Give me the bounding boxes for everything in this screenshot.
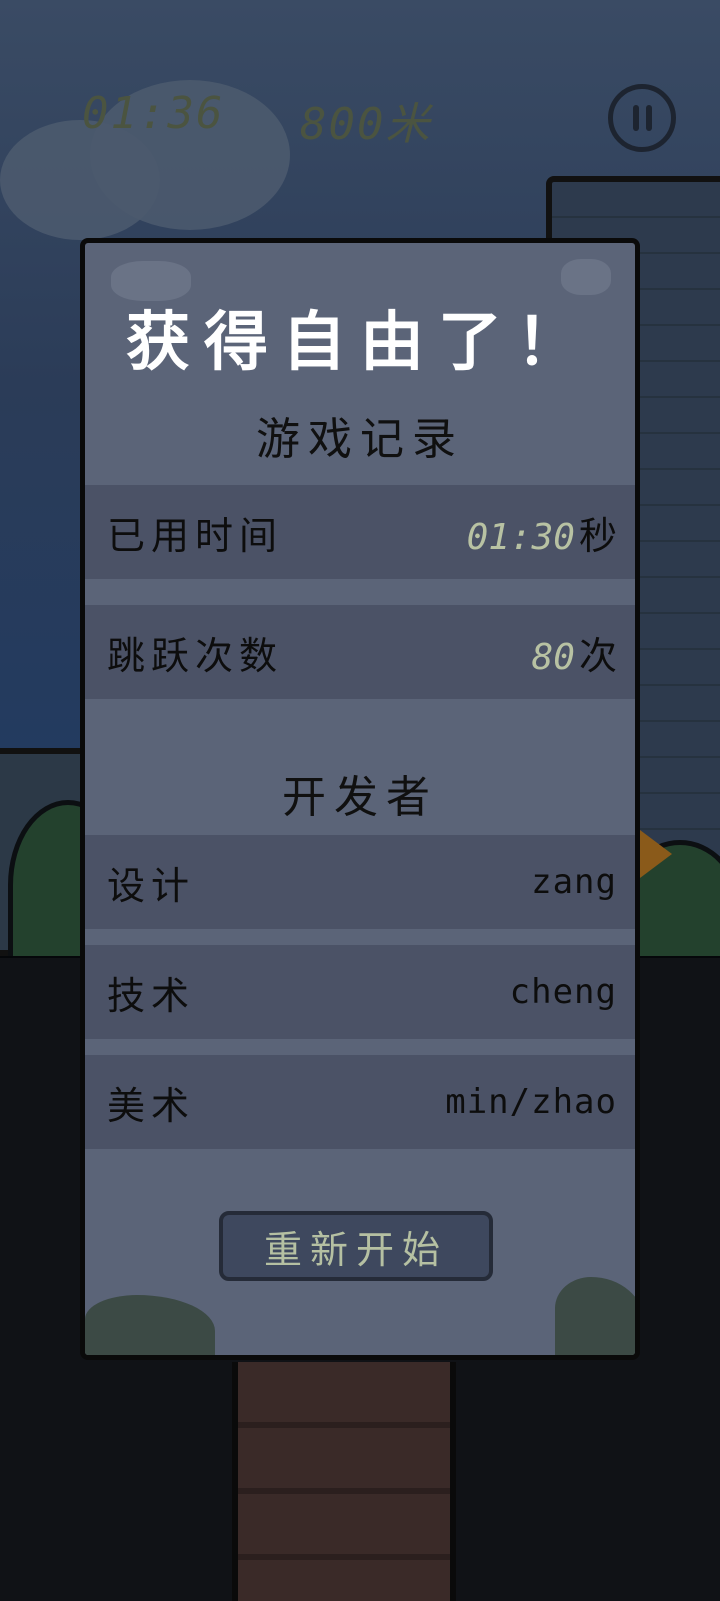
tower-trunk bbox=[232, 1362, 456, 1601]
restart-button[interactable]: 重新开始 bbox=[219, 1211, 493, 1281]
developer-row-tech: 技术 cheng bbox=[85, 945, 635, 1039]
developer-name: min/zhao bbox=[445, 1082, 617, 1122]
hud-distance: 800米 bbox=[300, 99, 432, 150]
hud-timer: 01:36 bbox=[82, 88, 225, 139]
developer-role: 美术 bbox=[107, 1083, 196, 1128]
time-row: 已用时间 01:30 秒 bbox=[85, 485, 635, 579]
panel-rock-decoration bbox=[561, 259, 611, 295]
developer-row-design: 设计 zang bbox=[85, 835, 635, 929]
developer-name: zang bbox=[531, 862, 617, 902]
time-value: 01:30 bbox=[466, 516, 575, 558]
developer-role: 技术 bbox=[107, 973, 196, 1018]
developer-name: cheng bbox=[509, 972, 617, 1012]
jumps-value: 80 bbox=[531, 636, 575, 678]
plant-decoration bbox=[85, 1295, 215, 1355]
time-label: 已用时间 bbox=[107, 513, 284, 558]
pause-button[interactable] bbox=[608, 84, 676, 152]
result-title: 获得自由了！ bbox=[126, 306, 594, 380]
jumps-value-group: 80 次 bbox=[532, 625, 617, 680]
pause-icon bbox=[632, 105, 639, 131]
jumps-row: 跳跃次数 80 次 bbox=[85, 605, 635, 699]
plant-decoration bbox=[555, 1277, 635, 1355]
developer-role: 设计 bbox=[107, 863, 196, 908]
pause-icon-bar bbox=[645, 105, 652, 131]
result-panel: 获得自由了！ 游戏记录 已用时间 01:30 秒 跳跃次数 80 次 开发者 设计 … bbox=[80, 238, 640, 1360]
jumps-unit: 次 bbox=[578, 633, 617, 678]
time-unit: 秒 bbox=[578, 513, 617, 558]
time-value-group: 01:30 秒 bbox=[467, 505, 617, 560]
record-heading: 游戏记录 bbox=[256, 414, 464, 465]
developer-heading: 开发者 bbox=[282, 772, 438, 823]
jumps-label: 跳跃次数 bbox=[107, 633, 284, 678]
developer-row-art: 美术 min/zhao bbox=[85, 1055, 635, 1149]
